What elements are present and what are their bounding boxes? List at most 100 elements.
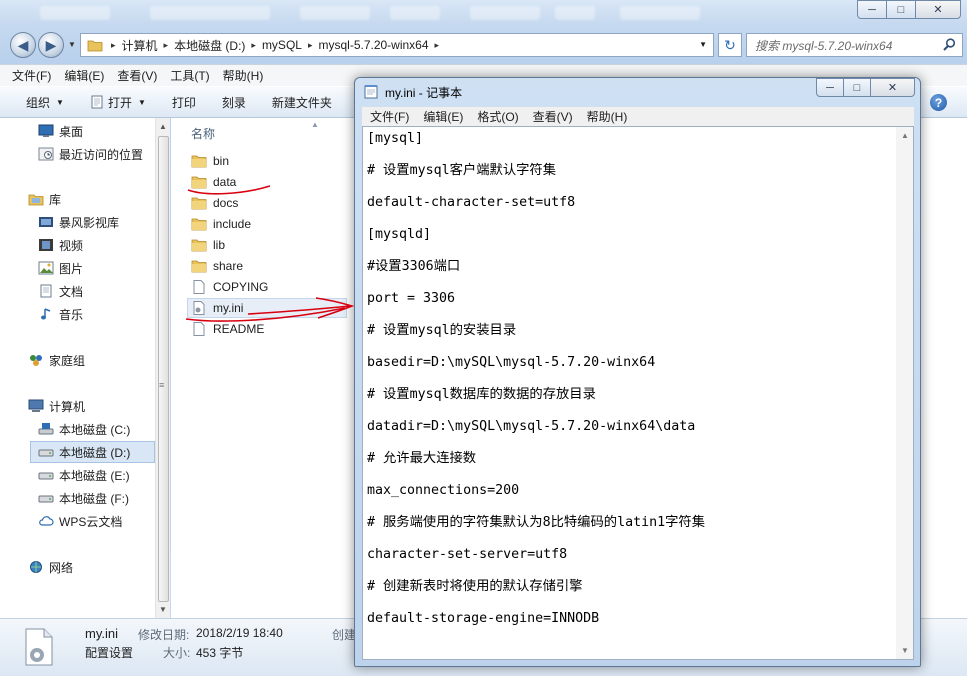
scroll-down-icon[interactable]: ▼ [159, 605, 167, 614]
nav-wps-cloud[interactable]: WPS云文档 [38, 510, 122, 532]
text-line[interactable]: #设置3306端口 [367, 257, 897, 289]
address-bar[interactable]: ▸ 计算机 ▸ 本地磁盘 (D:) ▸ mySQL ▸ mysql-5.7.20… [80, 33, 714, 57]
menu-view[interactable]: 查看(V) [117, 67, 157, 84]
menu-edit[interactable]: 编辑(E) [64, 67, 104, 84]
notepad-scrollbar[interactable]: ▲ ▼ [896, 127, 913, 659]
chevron-right-icon[interactable]: ▸ [308, 40, 313, 51]
menu-help[interactable]: 帮助(H) [223, 67, 264, 84]
scroll-down-icon[interactable]: ▼ [901, 646, 909, 655]
blurred-tab [150, 6, 270, 20]
chevron-right-icon[interactable]: ▸ [251, 40, 256, 51]
file-row[interactable]: bin [191, 151, 351, 171]
nav-network[interactable]: 网络 [28, 556, 73, 578]
notepad-minimize-button[interactable]: ─ [816, 78, 844, 97]
text-line[interactable]: default-character-set=utf8 [367, 193, 897, 225]
details-modified-label: 修改日期: [138, 628, 190, 642]
nav-music[interactable]: 音乐 [38, 303, 83, 325]
menu-file[interactable]: 文件(F) [12, 67, 51, 84]
text-line[interactable]: # 设置mysql的安装目录 [367, 321, 897, 353]
text-line[interactable]: [mysqld] [367, 225, 897, 257]
breadcrumb-mysql[interactable]: mySQL [262, 38, 302, 52]
scroll-up-icon[interactable]: ▲ [159, 122, 167, 131]
notepad-menu-help[interactable]: 帮助(H) [587, 108, 628, 125]
nav-drive-d[interactable]: 本地磁盘 (D:) [30, 441, 155, 463]
burn-button[interactable]: 刻录 [222, 94, 246, 111]
breadcrumb-mysql-version[interactable]: mysql-5.7.20-winx64 [318, 38, 428, 52]
file-row[interactable]: docs [191, 193, 351, 213]
nav-libraries[interactable]: 库 [28, 188, 61, 210]
notepad-titlebar[interactable]: my.ini - 记事本 ─ □ ✕ [355, 78, 920, 104]
scroll-up-icon[interactable]: ▲ [901, 131, 909, 140]
nav-pictures[interactable]: 图片 [38, 257, 83, 279]
print-label: 打印 [171, 95, 196, 110]
nav-drive-c[interactable]: 本地磁盘 (C:) [38, 418, 130, 440]
folder-icon [191, 239, 207, 252]
file-row[interactable]: lib [191, 235, 351, 255]
notepad-menu-edit[interactable]: 编辑(E) [423, 108, 463, 125]
text-line[interactable]: # 允许最大连接数 [367, 449, 897, 481]
nav-computer[interactable]: 计算机 [28, 395, 85, 417]
notepad-menu-view[interactable]: 查看(V) [533, 108, 573, 125]
notepad-menu-file[interactable]: 文件(F) [370, 108, 409, 125]
open-button[interactable]: 打开 ▼ [90, 94, 146, 111]
text-line[interactable]: port = 3306 [367, 289, 897, 321]
file-row[interactable]: share [191, 256, 351, 276]
nav-videos[interactable]: 视频 [38, 234, 83, 256]
history-dropdown-icon[interactable]: ▼ [68, 40, 76, 49]
text-line[interactable]: # 服务端使用的字符集默认为8比特编码的latin1字符集 [367, 513, 897, 545]
close-button[interactable]: ✕ [915, 0, 961, 19]
search-icon[interactable] [943, 38, 956, 51]
text-line[interactable]: # 设置mysql数据库的数据的存放目录 [367, 385, 897, 417]
notepad-window-controls: ─ □ ✕ [816, 78, 915, 97]
text-line[interactable]: default-storage-engine=INNODB [367, 609, 897, 641]
maximize-button[interactable]: □ [886, 0, 916, 19]
nav-desktop[interactable]: 桌面 [38, 120, 83, 142]
notepad-menubar: 文件(F) 编辑(E) 格式(O) 查看(V) 帮助(H) [362, 107, 914, 126]
text-line[interactable]: datadir=D:\mySQL\mysql-5.7.20-winx64\dat… [367, 417, 897, 449]
column-header-name[interactable]: 名称 [191, 125, 215, 142]
text-line[interactable]: # 设置mysql客户端默认字符集 [367, 161, 897, 193]
nav-documents[interactable]: 文档 [38, 280, 83, 302]
notepad-text-area[interactable]: [mysql] # 设置mysql客户端默认字符集 default-characte… [362, 126, 914, 660]
notepad-maximize-button[interactable]: □ [843, 78, 871, 97]
menu-tools[interactable]: 工具(T) [170, 67, 209, 84]
organize-button[interactable]: 组织 ▼ [26, 94, 64, 111]
breadcrumb-drive-d[interactable]: 本地磁盘 (D:) [174, 37, 245, 54]
nav-drive-f[interactable]: 本地磁盘 (F:) [38, 487, 129, 509]
nav-drive-e[interactable]: 本地磁盘 (E:) [38, 464, 130, 486]
text-line[interactable]: basedir=D:\mySQL\mysql-5.7.20-winx64 [367, 353, 897, 385]
text-line[interactable]: character-set-server=utf8 [367, 545, 897, 577]
nav-music-label: 音乐 [59, 307, 84, 322]
address-dropdown-icon[interactable]: ▼ [699, 40, 707, 49]
text-line[interactable]: # 创建新表时将使用的默认存储引擎 [367, 577, 897, 609]
breadcrumb-computer[interactable]: 计算机 [122, 37, 158, 54]
nav-scrollbar[interactable]: ▲ ≡ ▼ [155, 118, 170, 618]
nav-homegroup[interactable]: 家庭组 [28, 349, 85, 371]
blurred-tab [555, 6, 595, 20]
text-line[interactable]: max_connections=200 [367, 481, 897, 513]
file-row[interactable]: README [191, 319, 351, 339]
print-button[interactable]: 打印 [172, 94, 196, 111]
help-icon[interactable]: ? [930, 94, 947, 111]
minimize-button[interactable]: ─ [857, 0, 887, 19]
explorer-titlebar[interactable]: ─ □ ✕ [0, 0, 967, 26]
nav-recent[interactable]: 最近访问的位置 [38, 143, 143, 165]
file-row[interactable]: include [191, 214, 351, 234]
notepad-content[interactable]: [mysql] # 设置mysql客户端默认字符集 default-characte… [367, 129, 897, 641]
chevron-right-icon[interactable]: ▸ [164, 40, 169, 51]
file-row[interactable]: COPYING [191, 277, 351, 297]
text-line[interactable]: [mysql] [367, 129, 897, 161]
file-row[interactable]: data [191, 172, 351, 192]
nav-scrollbar-thumb[interactable] [158, 136, 169, 602]
nav-storm-video[interactable]: 暴风影视库 [38, 211, 119, 233]
file-row[interactable]: my.ini [187, 298, 347, 318]
chevron-right-icon[interactable]: ▸ [435, 40, 440, 51]
search-input[interactable]: 搜索 mysql-5.7.20-winx64 [746, 33, 963, 57]
back-button[interactable]: ◀ [10, 32, 36, 58]
refresh-button[interactable]: ↻ [718, 33, 742, 57]
new-folder-button[interactable]: 新建文件夹 [272, 94, 332, 111]
forward-button[interactable]: ▶ [38, 32, 64, 58]
notepad-menu-format[interactable]: 格式(O) [477, 108, 518, 125]
notepad-close-button[interactable]: ✕ [870, 78, 915, 97]
drive-icon [38, 495, 54, 503]
